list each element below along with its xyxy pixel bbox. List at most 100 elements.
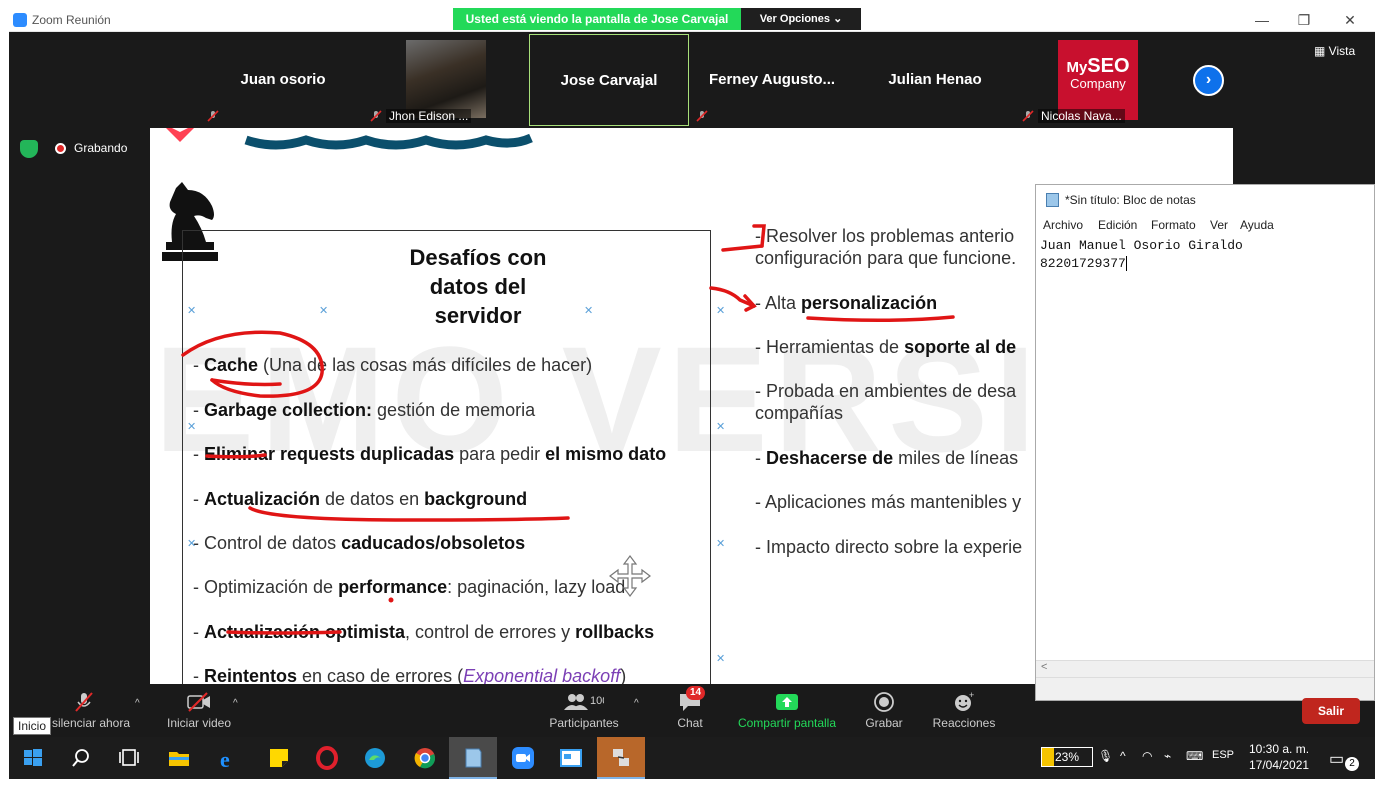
task-view-icon [119,749,139,766]
horizontal-scrollbar[interactable]: < [1036,660,1374,677]
microphone-icon[interactable]: 🎙 [1098,749,1113,763]
keyboard-icon[interactable]: ⌨ [1186,749,1203,763]
chevron-up-icon[interactable]: ^ [1120,749,1126,763]
participant-tile[interactable]: MySEO Company Nicolas Nava... [1018,34,1178,126]
item-text: ) [620,666,627,684]
item-text: : paginación, lazy load [447,577,626,597]
record-label: Grabar [865,716,903,730]
notepad-titlebar[interactable]: *Sin título: Bloc de notas [1036,185,1374,215]
item-text: - Resolver los problemas anterio [755,226,1015,246]
start-button[interactable] [9,737,57,779]
minimize-button[interactable]: — [1239,10,1285,30]
meeting-controls-toolbar: ar silenciar ahora ^ Iniciar video ^ 100… [9,684,1035,737]
selection-handle-icon: ✕ [716,305,726,317]
item-bold: rollbacks [575,622,655,642]
menu-ver[interactable]: Ver [1210,218,1228,232]
language-indicator[interactable]: ESP [1212,749,1234,761]
taskbar-notepad[interactable] [449,737,497,779]
next-page-arrow-icon[interactable]: › [1193,65,1224,96]
recording-label: Grabando [74,141,128,155]
chevron-up-icon[interactable]: ^ [135,698,140,709]
participants-label: Participantes [549,716,619,730]
taskbar-file-explorer[interactable] [155,737,203,779]
security-shield-icon[interactable] [20,140,38,158]
taskbar-remote-app[interactable] [597,737,645,779]
wifi-icon[interactable]: ◠ [1142,749,1152,763]
reactions-icon: + [955,692,974,711]
taskbar-sticky-notes[interactable] [255,737,303,779]
power-icon[interactable]: ⌁ [1164,749,1171,763]
mic-muted-icon [370,110,382,122]
notifications-icon[interactable]: ▭ [1329,749,1344,769]
box-title: Desafíos con datos del servidor [373,243,583,330]
notepad-text-area[interactable]: Juan Manuel Osorio Giraldo 82201729377​ [1040,237,1243,273]
item-text: - [755,448,766,468]
system-clock[interactable]: 10:30 a. m. 17/04/2021 [1249,741,1309,773]
leave-meeting-button[interactable]: Salir [1302,698,1360,724]
participants-button[interactable]: 100 Participantes [544,684,624,737]
chevron-up-icon[interactable]: ^ [233,698,238,709]
mic-muted-icon [1022,110,1034,122]
chevron-up-icon[interactable]: ^ [634,698,639,709]
react-query-logo [166,128,533,150]
participant-tile[interactable]: Ferney Augusto... [692,34,852,126]
chat-unread-badge: 14 [686,686,706,700]
box-title-line: servidor [434,303,522,328]
windows-taskbar: e 23% 🎙 ^ ◠ ⌁ ⌨ ESP 10:30 a. m. 17/04/20… [9,737,1375,779]
menu-ayuda[interactable]: Ayuda [1240,218,1274,232]
zoom-icon [512,747,534,769]
taskbar-chrome[interactable] [401,737,449,779]
item-text: - Probada en ambientes de desa [755,381,1017,401]
selection-handle-icon: ✕ [716,421,726,433]
battery-indicator[interactable]: 23% [1041,747,1093,767]
item-text: compañías [755,403,844,423]
notepad-window[interactable]: *Sin título: Bloc de notas Archivo Edici… [1035,184,1375,701]
taskbar-app-window[interactable] [547,737,595,779]
notepad-icon [465,748,482,768]
benefit-item: - Impacto directo sobre la experie [755,537,1022,558]
participant-tile[interactable]: Jhon Edison ... [366,34,526,126]
chevron-down-icon: ⌄ [833,13,843,25]
challenges-box: Desafíos con datos del servidor - Cache … [182,230,711,684]
view-button[interactable]: ▦ Vista [1314,44,1355,58]
reactions-button[interactable]: + Reacciones [929,684,999,737]
participant-tile[interactable]: Julian Henao [855,34,1015,126]
selection-handle-icon: ✕ [716,653,726,665]
start-video-button[interactable]: Iniciar video [159,684,239,737]
challenge-item: - Reintentos en caso de errores (Exponen… [193,666,626,684]
window-title: Zoom Reunión [32,13,111,27]
share-screen-button[interactable]: Compartir pantalla [735,684,839,737]
internet-explorer-icon: e [220,747,230,770]
participant-tile-active-speaker[interactable]: Jose Carvajal [529,34,689,126]
reactions-label: Reacciones [932,716,996,730]
taskbar-opera[interactable] [303,737,351,779]
view-options-button[interactable]: Ver Opciones ⌄ [741,8,861,30]
selection-handle-icon: ✕ [319,305,329,317]
task-view-button[interactable] [105,737,153,779]
taskbar-zoom[interactable] [499,737,547,779]
menu-archivo[interactable]: Archivo [1043,218,1083,232]
share-label: Compartir pantalla [737,716,837,730]
item-text: , control de errores y [405,622,576,642]
participant-tile[interactable]: Juan osorio [203,34,363,126]
search-button[interactable] [57,737,105,779]
sticky-notes-icon [270,749,288,767]
scroll-left-icon[interactable]: < [1041,661,1047,673]
chat-label: Chat [677,716,703,730]
restore-button[interactable]: ❐ [1281,10,1327,30]
recording-icon [55,143,66,154]
menu-formato[interactable]: Formato [1151,218,1196,232]
item-text: - [193,400,204,420]
taskbar-internet-explorer[interactable]: e [205,737,253,779]
item-text: - Alta [755,293,802,313]
search-icon [72,749,89,767]
mic-muted-icon [75,692,93,712]
opera-icon [316,746,338,770]
close-button[interactable]: ✕ [1327,10,1373,30]
grid-icon: ▦ [1314,44,1329,58]
notepad-menubar: Archivo Edición Formato Ver Ayuda [1036,216,1374,234]
menu-edicion[interactable]: Edición [1098,218,1137,232]
participant-video-photo [406,40,486,118]
taskbar-edge[interactable] [351,737,399,779]
record-button[interactable]: Grabar [861,684,907,737]
